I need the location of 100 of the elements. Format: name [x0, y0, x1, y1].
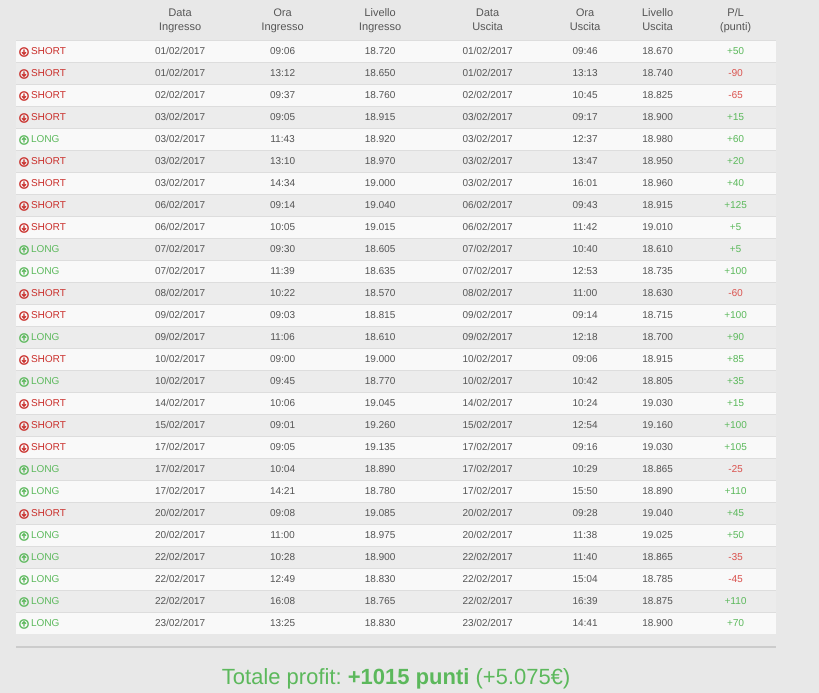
table-cell-text: 09/02/2017: [154, 309, 206, 323]
table-cell-text: 18.635: [364, 265, 396, 279]
profit-loss-cell-text: +125: [724, 199, 747, 213]
profit-loss-cell-text: +35: [727, 375, 744, 389]
column-header: Livello Uscita: [642, 6, 674, 34]
table-cell-text: 15:04: [572, 573, 598, 587]
table-cell-text: 18.900: [642, 617, 673, 631]
table-cell-text: 22/02/2017: [462, 573, 513, 587]
table-cell-text: 16:01: [572, 177, 598, 191]
table-cell-text: 18.715: [642, 309, 673, 323]
table-cell-text: 09:03: [270, 309, 296, 323]
table-cell-text: 18.815: [364, 309, 396, 323]
table-cell-text: 09:00: [270, 353, 296, 367]
table-cell-text: 18.720: [364, 45, 396, 59]
column-header: Data Ingresso: [158, 6, 202, 34]
profit-loss-cell-text: +15: [727, 111, 744, 125]
table-cell-text: 13:10: [270, 155, 296, 169]
table-cell-text: 09:05: [270, 441, 296, 455]
table-cell-text: 06/02/2017: [154, 221, 206, 235]
table-cell-text: 14/02/2017: [462, 397, 513, 411]
trade-type: LONG: [31, 265, 60, 279]
profit-loss-cell-text: +40: [727, 177, 744, 191]
table-cell-text: 18.610: [364, 331, 396, 345]
arrow-up-circle-icon: [19, 530, 29, 540]
arrow-down-circle-icon: [19, 442, 29, 452]
trade-type: SHORT: [31, 507, 66, 521]
table-cell-text: 18.890: [364, 463, 396, 477]
table-cell-text: 19.085: [364, 507, 396, 521]
table-cell-text: 18.570: [364, 287, 396, 301]
table-cell-text: 22/02/2017: [154, 595, 206, 609]
table-cell-text: 09:14: [572, 309, 598, 323]
column-header: Ora Uscita: [570, 6, 600, 34]
table-cell-text: 22/02/2017: [154, 551, 206, 565]
trade-type: SHORT: [31, 199, 66, 213]
table-cell-text: 07/02/2017: [462, 243, 513, 257]
profit-loss-cell-text: +110: [724, 485, 746, 499]
table-cell-text: 18.700: [642, 331, 673, 345]
table-cell-text: 10:05: [270, 221, 296, 235]
table-cell-text: 18.920: [364, 133, 396, 147]
table-cell-text: 12:53: [572, 265, 598, 279]
table-cell-text: 22/02/2017: [154, 573, 206, 587]
profit-loss-cell-text: -60: [728, 287, 743, 301]
arrow-down-circle-icon: [19, 354, 29, 364]
profit-loss-cell-text: +100: [724, 265, 747, 279]
table-cell-text: 03/02/2017: [154, 177, 206, 191]
trade-type: SHORT: [31, 67, 66, 81]
profit-loss-cell-text: +20: [727, 155, 744, 169]
trade-type: LONG: [31, 595, 60, 609]
profit-loss-cell-text: +45: [727, 507, 744, 521]
table-cell-text: 19.040: [364, 199, 396, 213]
table-cell-text: 20/02/2017: [154, 507, 206, 521]
table-cell-text: 13:12: [270, 67, 296, 81]
arrow-up-circle-icon: [19, 596, 29, 606]
trade-type: LONG: [31, 463, 60, 477]
table-cell-text: 18.915: [642, 199, 673, 213]
table-cell-text: 02/02/2017: [154, 89, 206, 103]
table-cell-text: 09:37: [270, 89, 296, 103]
table-cell-text: 01/02/2017: [154, 45, 206, 59]
table-cell-text: 14:34: [270, 177, 296, 191]
arrow-down-circle-icon: [19, 420, 29, 430]
table-cell-text: 19.045: [364, 397, 396, 411]
table-cell-text: 07/02/2017: [154, 243, 206, 257]
trade-type: SHORT: [31, 353, 66, 367]
table-cell-text: 17/02/2017: [154, 463, 206, 477]
arrow-up-circle-icon: [19, 618, 29, 628]
table-cell-text: 06/02/2017: [462, 221, 513, 235]
arrow-down-circle-icon: [19, 200, 29, 210]
profit-loss-cell-text: -45: [728, 573, 743, 587]
profit-loss-cell-text: -35: [728, 551, 743, 565]
arrow-down-circle-icon: [19, 508, 29, 518]
arrow-down-circle-icon: [19, 178, 29, 188]
table-cell-text: 09/02/2017: [462, 309, 513, 323]
table-cell-text: 18.830: [364, 617, 396, 631]
table-cell-text: 14:41: [572, 617, 598, 631]
table-cell-text: 10:22: [270, 287, 296, 301]
table-cell-text: 09:30: [270, 243, 296, 257]
table-cell-text: 22/02/2017: [462, 595, 513, 609]
table-cell-text: 18.740: [642, 67, 673, 81]
table-cell-text: 11:43: [270, 133, 295, 147]
table-cell-text: 15/02/2017: [154, 419, 206, 433]
table-cell-text: 22/02/2017: [462, 551, 513, 565]
table-cell-text: 17/02/2017: [462, 463, 513, 477]
profit-loss-cell-text: +50: [727, 45, 744, 59]
table-cell-text: 14/02/2017: [154, 397, 206, 411]
table-cell-text: 20/02/2017: [154, 529, 206, 543]
table-cell-text: 03/02/2017: [462, 177, 513, 191]
table-cell-text: 18.825: [642, 89, 673, 103]
table-cell-text: 18.765: [364, 595, 396, 609]
table-cell-text: 19.135: [364, 441, 396, 455]
table-cell-text: 18.760: [364, 89, 396, 103]
table-cell-text: 09:46: [572, 45, 598, 59]
trade-type: SHORT: [31, 177, 66, 191]
table-cell-text: 18.900: [364, 551, 396, 565]
table-cell-text: 11:40: [572, 551, 598, 565]
table-cell-text: 17/02/2017: [462, 485, 513, 499]
table-cell-text: 12:54: [572, 419, 598, 433]
table-cell-text: 09:05: [270, 111, 296, 125]
table-cell-text: 18.950: [642, 155, 673, 169]
table-cell-text: 18.900: [642, 111, 673, 125]
table-cell-text: 18.865: [642, 551, 673, 565]
